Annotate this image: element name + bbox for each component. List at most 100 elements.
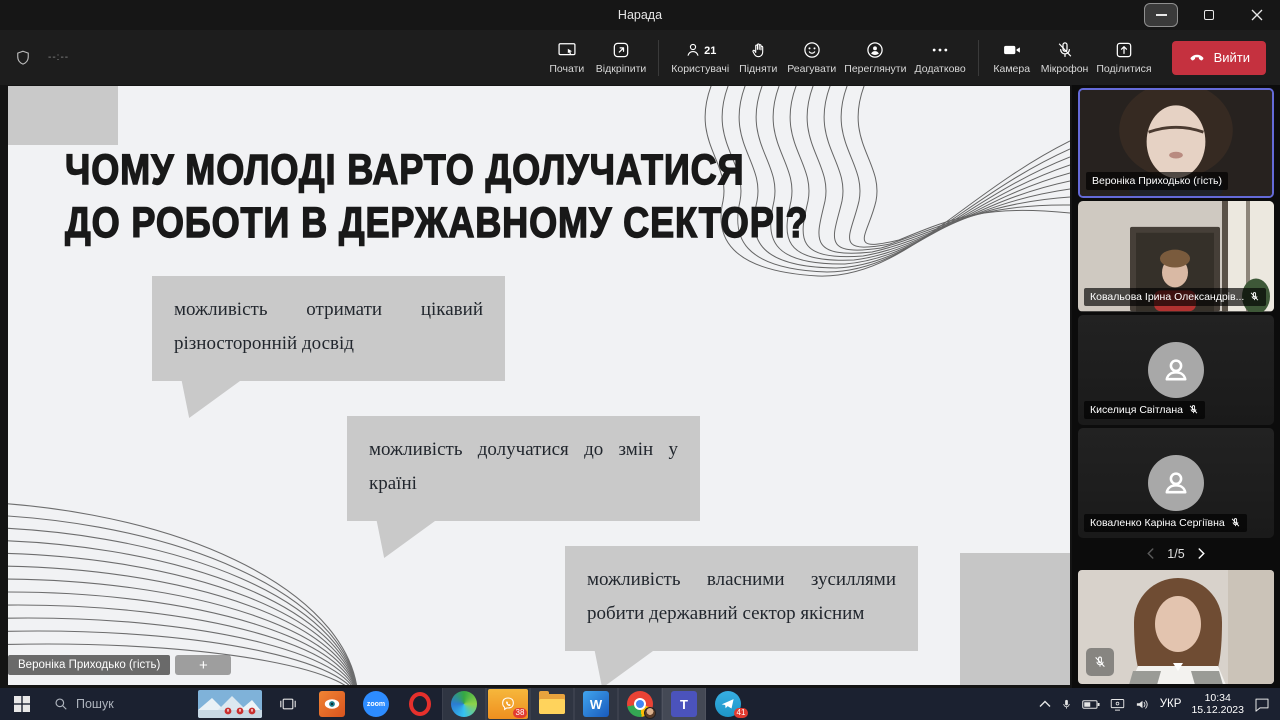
start-presenting-button[interactable]: Почати — [542, 40, 592, 75]
taskbar-telegram-app[interactable]: 41 — [706, 688, 750, 720]
close-button[interactable] — [1240, 3, 1274, 27]
more-button[interactable]: Додатково — [910, 40, 969, 75]
search-placeholder: Пошук — [76, 697, 114, 711]
toolbar-divider — [658, 40, 659, 76]
bubble-text-2: можливість долучатися до змін у країні — [369, 439, 678, 494]
word-app-icon: W — [583, 691, 609, 717]
teams-label: T — [680, 697, 688, 712]
maximize-button[interactable] — [1192, 3, 1226, 27]
mic-muted-icon — [1093, 655, 1107, 669]
participant-tile-4[interactable]: Коваленко Каріна Сергіївна — [1078, 428, 1274, 538]
unpin-icon — [611, 40, 631, 60]
clock-date: 15.12.2023 — [1191, 704, 1244, 716]
participant-tile-3[interactable]: Киселиця Світлана — [1078, 315, 1274, 425]
participants-icon: 21 — [684, 40, 716, 60]
participant-tile-1[interactable]: Вероніка Приходько (гість) — [1078, 88, 1274, 198]
minimize-button[interactable] — [1144, 3, 1178, 27]
photo-app-icon — [319, 691, 345, 717]
taskbar-opera-app[interactable] — [398, 688, 442, 720]
more-label: Додатково — [914, 63, 965, 75]
taskbar-explorer-app[interactable] — [530, 688, 574, 720]
participants-button[interactable]: 21 Користувачі — [667, 40, 733, 75]
slide-title: ЧОМУ МОЛОДІ ВАРТО ДОЛУЧАТИСЯ ДО РОБОТИ В… — [65, 144, 808, 250]
title-bar: Нарада — [0, 0, 1280, 30]
participants-count: 21 — [704, 45, 716, 57]
bubble-text-3: можливість власними зусиллями робити дер… — [587, 569, 896, 624]
shield-icon — [14, 48, 32, 68]
start-label: Почати — [549, 63, 584, 75]
raise-hand-button[interactable]: Підняти — [733, 40, 783, 75]
taskbar-chrome-app[interactable] — [618, 688, 662, 720]
participant-name-pill: Вероніка Приходько (гість) — [1086, 172, 1228, 190]
mic-label: Мікрофон — [1041, 63, 1089, 75]
participants-label: Користувачі — [671, 63, 729, 75]
minimize-icon — [1156, 14, 1167, 16]
pager-prev-button[interactable] — [1146, 548, 1155, 559]
taskbar-zoom-app[interactable]: zoom — [354, 688, 398, 720]
search-icon — [54, 697, 68, 711]
mic-button[interactable]: Мікрофон — [1037, 40, 1093, 75]
avatar — [1148, 455, 1204, 511]
task-view-icon — [280, 697, 296, 711]
tray-expand-icon[interactable] — [1039, 700, 1051, 708]
taskbar-word-app[interactable]: W — [574, 688, 618, 720]
participants-pager: 1/5 — [1078, 541, 1274, 567]
participant-name: Киселиця Світлана — [1090, 404, 1183, 416]
teams-meeting-window: Нарада --:-- — [0, 0, 1280, 720]
participant-name-pill: Киселиця Світлана — [1084, 401, 1205, 419]
more-dots-icon — [930, 40, 950, 60]
unpin-button[interactable]: Відкріпити — [592, 40, 650, 75]
tray-display-icon[interactable] — [1110, 698, 1125, 711]
viber-badge: 38 — [513, 708, 527, 718]
view-label: Переглянути — [844, 63, 906, 75]
leave-label: Вийти — [1214, 50, 1250, 65]
share-button[interactable]: Поділитися — [1092, 40, 1155, 75]
raise-hand-label: Підняти — [739, 63, 777, 75]
tray-battery-icon[interactable] — [1082, 699, 1100, 710]
chrome-profile-avatar — [644, 707, 656, 719]
smiley-icon — [802, 40, 822, 60]
camera-button[interactable]: Камера — [987, 40, 1037, 75]
zoom-app-icon: zoom — [363, 691, 389, 717]
tray-volume-icon[interactable] — [1135, 698, 1150, 711]
window-title: Нарада — [618, 8, 662, 22]
view-button[interactable]: Переглянути — [840, 40, 910, 75]
taskbar-search[interactable]: Пошук — [44, 688, 194, 720]
self-view-tile[interactable] — [1078, 570, 1274, 684]
leave-button[interactable]: Вийти — [1172, 41, 1266, 75]
person-icon — [1159, 353, 1193, 387]
weather-widget-image — [198, 690, 262, 718]
taskbar-edge-app[interactable] — [442, 688, 486, 720]
telegram-badge: 41 — [734, 708, 748, 718]
zoom-level-button[interactable]: + — [175, 655, 231, 675]
taskbar-clock[interactable]: 10:34 15.12.2023 — [1191, 692, 1244, 716]
taskbar-viber-app[interactable]: 38 — [486, 688, 530, 720]
task-view-button[interactable] — [266, 688, 310, 720]
opera-app-icon — [409, 692, 431, 716]
start-button[interactable] — [0, 688, 44, 720]
taskbar-photo-app[interactable] — [310, 688, 354, 720]
self-mic-muted-button[interactable] — [1086, 648, 1114, 676]
close-icon — [1251, 9, 1263, 21]
word-label: W — [590, 697, 602, 712]
weather-widget[interactable] — [198, 690, 262, 718]
keyboard-language[interactable]: УКР — [1160, 698, 1182, 710]
pager-next-button[interactable] — [1197, 548, 1206, 559]
bubble-tail — [178, 381, 240, 418]
raise-hand-icon — [749, 40, 768, 60]
react-button[interactable]: Реагувати — [783, 40, 840, 75]
react-label: Реагувати — [787, 63, 836, 75]
maximize-icon — [1204, 10, 1214, 20]
meeting-timer: --:-- — [48, 52, 69, 63]
slide-right-decoration — [960, 553, 1070, 685]
participant-tile-2[interactable]: Ковальова Ірина Олександрів... — [1078, 201, 1274, 311]
bubble-tail — [591, 651, 653, 685]
edge-app-icon — [451, 691, 477, 717]
slide-title-line2: ДО РОБОТИ В ДЕРЖАВНОМУ СЕКТОРІ? — [65, 197, 808, 250]
avatar — [1148, 342, 1204, 398]
share-label: Поділитися — [1096, 63, 1151, 75]
taskbar-teams-app[interactable]: T — [662, 688, 706, 720]
toolbar-divider — [978, 40, 979, 76]
tray-mic-icon[interactable] — [1061, 697, 1072, 712]
action-center-icon[interactable] — [1254, 697, 1270, 712]
